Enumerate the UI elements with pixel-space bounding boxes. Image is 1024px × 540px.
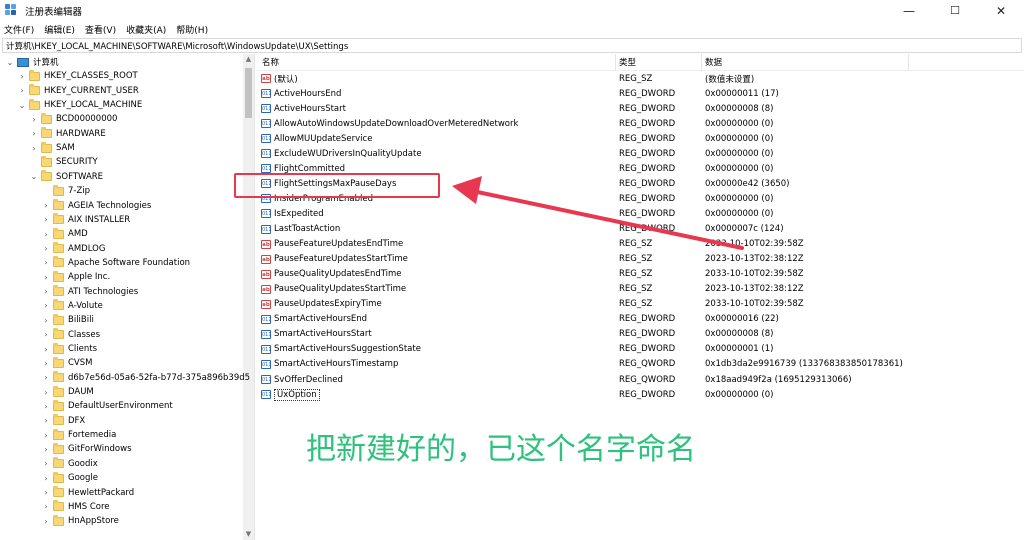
annotation-text: 把新建好的，已这个名字命名 bbox=[306, 432, 696, 467]
